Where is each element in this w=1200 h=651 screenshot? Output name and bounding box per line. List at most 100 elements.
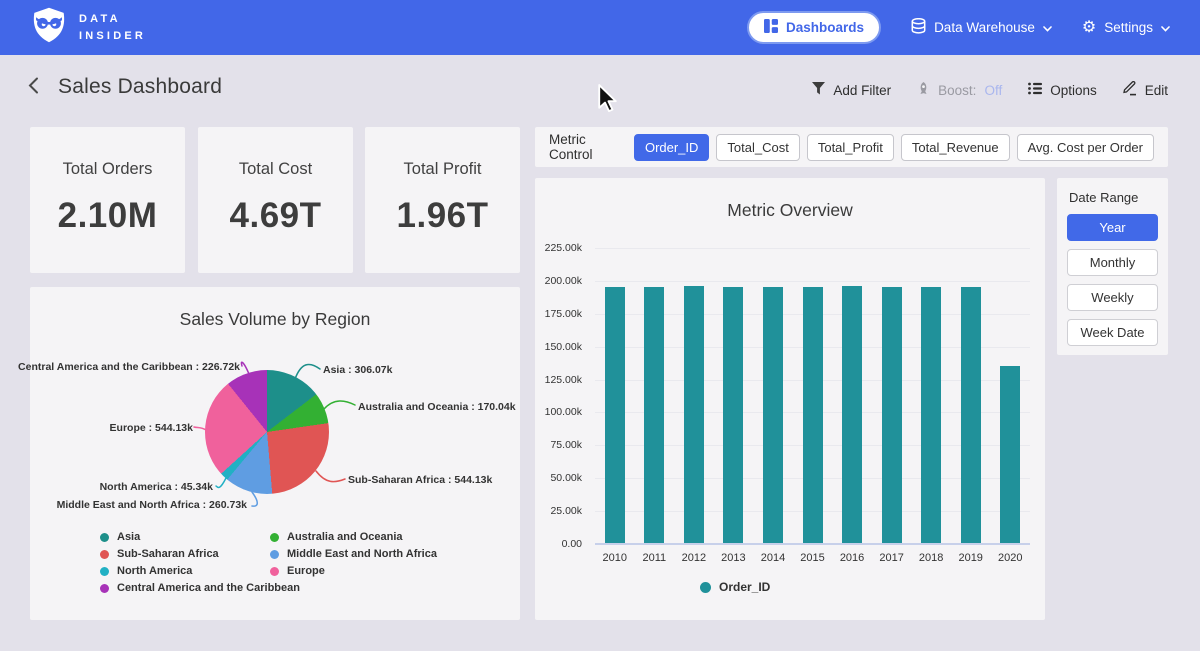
brand-logo[interactable]: DATA INSIDER bbox=[30, 5, 146, 50]
pie-label-central-america: Central America and the Caribbean : 226.… bbox=[18, 361, 240, 373]
bar-2013[interactable] bbox=[714, 248, 754, 544]
app-window: DATA INSIDER Dashboards bbox=[0, 0, 1200, 651]
dashboard-grid-icon bbox=[764, 19, 778, 36]
metric-option-total-cost[interactable]: Total_Cost bbox=[716, 134, 799, 161]
metric-option-avg-cost-per-order[interactable]: Avg. Cost per Order bbox=[1017, 134, 1154, 161]
metric-option-total-revenue[interactable]: Total_Revenue bbox=[901, 134, 1010, 161]
kpi-card-total-cost: Total Cost 4.69T bbox=[198, 127, 353, 273]
date-range-label: Date Range bbox=[1069, 190, 1158, 205]
x-tick-label: 2019 bbox=[951, 552, 991, 564]
pie-chart-card: Sales Volume by Region Central America a… bbox=[30, 287, 520, 620]
nav-dashboards-button[interactable]: Dashboards bbox=[747, 11, 881, 44]
metric-control-bar: Metric Control Order_ID Total_Cost Total_P… bbox=[535, 127, 1168, 167]
kpi-value: 4.69T bbox=[198, 196, 353, 236]
kpi-label: Total Profit bbox=[365, 160, 520, 179]
options-button[interactable]: Options bbox=[1028, 82, 1097, 98]
date-option-week-date[interactable]: Week Date bbox=[1067, 319, 1158, 346]
x-axis-line bbox=[595, 543, 1030, 545]
bar-2017[interactable] bbox=[872, 248, 912, 544]
y-tick-label: 150.00k bbox=[545, 341, 582, 353]
bar-2019[interactable] bbox=[951, 248, 991, 544]
bar-plot bbox=[595, 248, 1030, 544]
x-tick-label: 2011 bbox=[635, 552, 675, 564]
metric-option-order-id[interactable]: Order_ID bbox=[634, 134, 709, 161]
pie-chart-title: Sales Volume by Region bbox=[30, 309, 520, 330]
boost-toggle[interactable]: Boost: Off bbox=[917, 82, 1002, 99]
date-option-year[interactable]: Year bbox=[1067, 214, 1158, 241]
bar-legend[interactable]: Order_ID bbox=[700, 580, 770, 594]
add-filter-button[interactable]: Add Filter bbox=[812, 82, 891, 98]
pie-label-asia: Asia : 306.07k bbox=[323, 364, 392, 376]
metric-options: Order_ID Total_Cost Total_Profit Total_Reve… bbox=[634, 134, 1154, 161]
date-range-options: Year Monthly Weekly Week Date bbox=[1067, 214, 1158, 346]
x-tick-label: 2013 bbox=[714, 552, 754, 564]
x-tick-label: 2016 bbox=[832, 552, 872, 564]
dashboard-header: Sales Dashboard Add Filter Boost: Off bbox=[0, 55, 1200, 125]
chevron-down-icon bbox=[1043, 20, 1052, 35]
y-tick-label: 0.00 bbox=[562, 538, 582, 550]
edit-button[interactable]: Edit bbox=[1123, 81, 1168, 99]
pie-chart[interactable] bbox=[205, 370, 329, 494]
y-tick-label: 225.00k bbox=[545, 242, 582, 254]
bar-2016[interactable] bbox=[832, 248, 872, 544]
y-tick-label: 100.00k bbox=[545, 406, 582, 418]
y-tick-label: 25.00k bbox=[550, 505, 582, 517]
pie-label-sub-saharan-africa: Sub-Saharan Africa : 544.13k bbox=[348, 474, 492, 486]
page-title: Sales Dashboard bbox=[58, 75, 222, 99]
bar-bars bbox=[595, 248, 1030, 544]
y-tick-label: 125.00k bbox=[545, 374, 582, 386]
y-tick-label: 175.00k bbox=[545, 308, 582, 320]
kpi-card-total-profit: Total Profit 1.96T bbox=[365, 127, 520, 273]
boost-status: Off bbox=[984, 83, 1002, 98]
bar-2011[interactable] bbox=[635, 248, 675, 544]
bar-chart-card: Metric Overview 0.00 25.00k 50.00k 75.00k 10… bbox=[535, 178, 1045, 620]
date-option-monthly[interactable]: Monthly bbox=[1067, 249, 1158, 276]
nav-data-warehouse[interactable]: Data Warehouse bbox=[911, 18, 1052, 37]
kpi-label: Total Cost bbox=[198, 160, 353, 179]
kpi-value: 1.96T bbox=[365, 196, 520, 236]
kpi-label: Total Orders bbox=[30, 160, 185, 179]
legend-label: Order_ID bbox=[719, 580, 770, 594]
metric-option-total-profit[interactable]: Total_Profit bbox=[807, 134, 894, 161]
x-tick-label: 2012 bbox=[674, 552, 714, 564]
pie-legend-item-europe[interactable]: Europe bbox=[270, 565, 437, 577]
pie-label-north-america: North America : 45.34k bbox=[100, 481, 213, 493]
pie-legend-item-middle-east-and-north-africa[interactable]: Middle East and North Africa bbox=[270, 548, 437, 560]
kpi-value: 2.10M bbox=[30, 196, 185, 236]
metric-control-label: Metric Control bbox=[549, 132, 618, 162]
date-range-card: Date Range Year Monthly Weekly Week Date bbox=[1057, 178, 1168, 355]
pie-legend-item-central-america-and-the-caribbean[interactable]: Central America and the Caribbean bbox=[100, 582, 300, 594]
pie-label-europe: Europe : 544.13k bbox=[110, 422, 193, 434]
database-icon bbox=[911, 18, 926, 37]
back-button[interactable] bbox=[28, 77, 39, 99]
bar-2012[interactable] bbox=[674, 248, 714, 544]
gear-icon: ⚙ bbox=[1082, 20, 1096, 36]
date-option-weekly[interactable]: Weekly bbox=[1067, 284, 1158, 311]
bar-2014[interactable] bbox=[753, 248, 793, 544]
bar-2015[interactable] bbox=[793, 248, 833, 544]
pie-legend-item-australia-and-oceania[interactable]: Australia and Oceania bbox=[270, 531, 437, 543]
y-tick-label: 50.00k bbox=[550, 472, 582, 484]
pie-label-australia-oceania: Australia and Oceania : 170.04k bbox=[358, 401, 516, 413]
bar-xlabels: 2010201120122013201420152016201720182019… bbox=[595, 552, 1030, 564]
y-tick-label: 75.00k bbox=[550, 439, 582, 451]
chevron-down-icon bbox=[1161, 20, 1170, 35]
bar-chart-title: Metric Overview bbox=[535, 200, 1045, 221]
owl-icon bbox=[30, 5, 68, 50]
x-tick-label: 2018 bbox=[911, 552, 951, 564]
bar-2020[interactable] bbox=[990, 248, 1030, 544]
nav-settings[interactable]: ⚙ Settings bbox=[1082, 20, 1170, 36]
pencil-icon bbox=[1123, 81, 1137, 99]
funnel-icon bbox=[812, 82, 825, 98]
bar-2018[interactable] bbox=[911, 248, 951, 544]
list-icon bbox=[1028, 82, 1042, 98]
bar-ylabels: 0.00 25.00k 50.00k 75.00k 100.00k 125.00k 150.… bbox=[535, 178, 587, 620]
pie-legend-right: Australia and Oceania Middle East and Nor… bbox=[270, 531, 437, 582]
top-navbar: DATA INSIDER Dashboards bbox=[0, 0, 1200, 55]
rocket-icon bbox=[917, 82, 930, 99]
legend-dot bbox=[700, 582, 711, 593]
pie-label-middle-east: Middle East and North Africa : 260.73k bbox=[57, 499, 247, 511]
x-tick-label: 2017 bbox=[872, 552, 912, 564]
kpi-card-total-orders: Total Orders 2.10M bbox=[30, 127, 185, 273]
bar-2010[interactable] bbox=[595, 248, 635, 544]
